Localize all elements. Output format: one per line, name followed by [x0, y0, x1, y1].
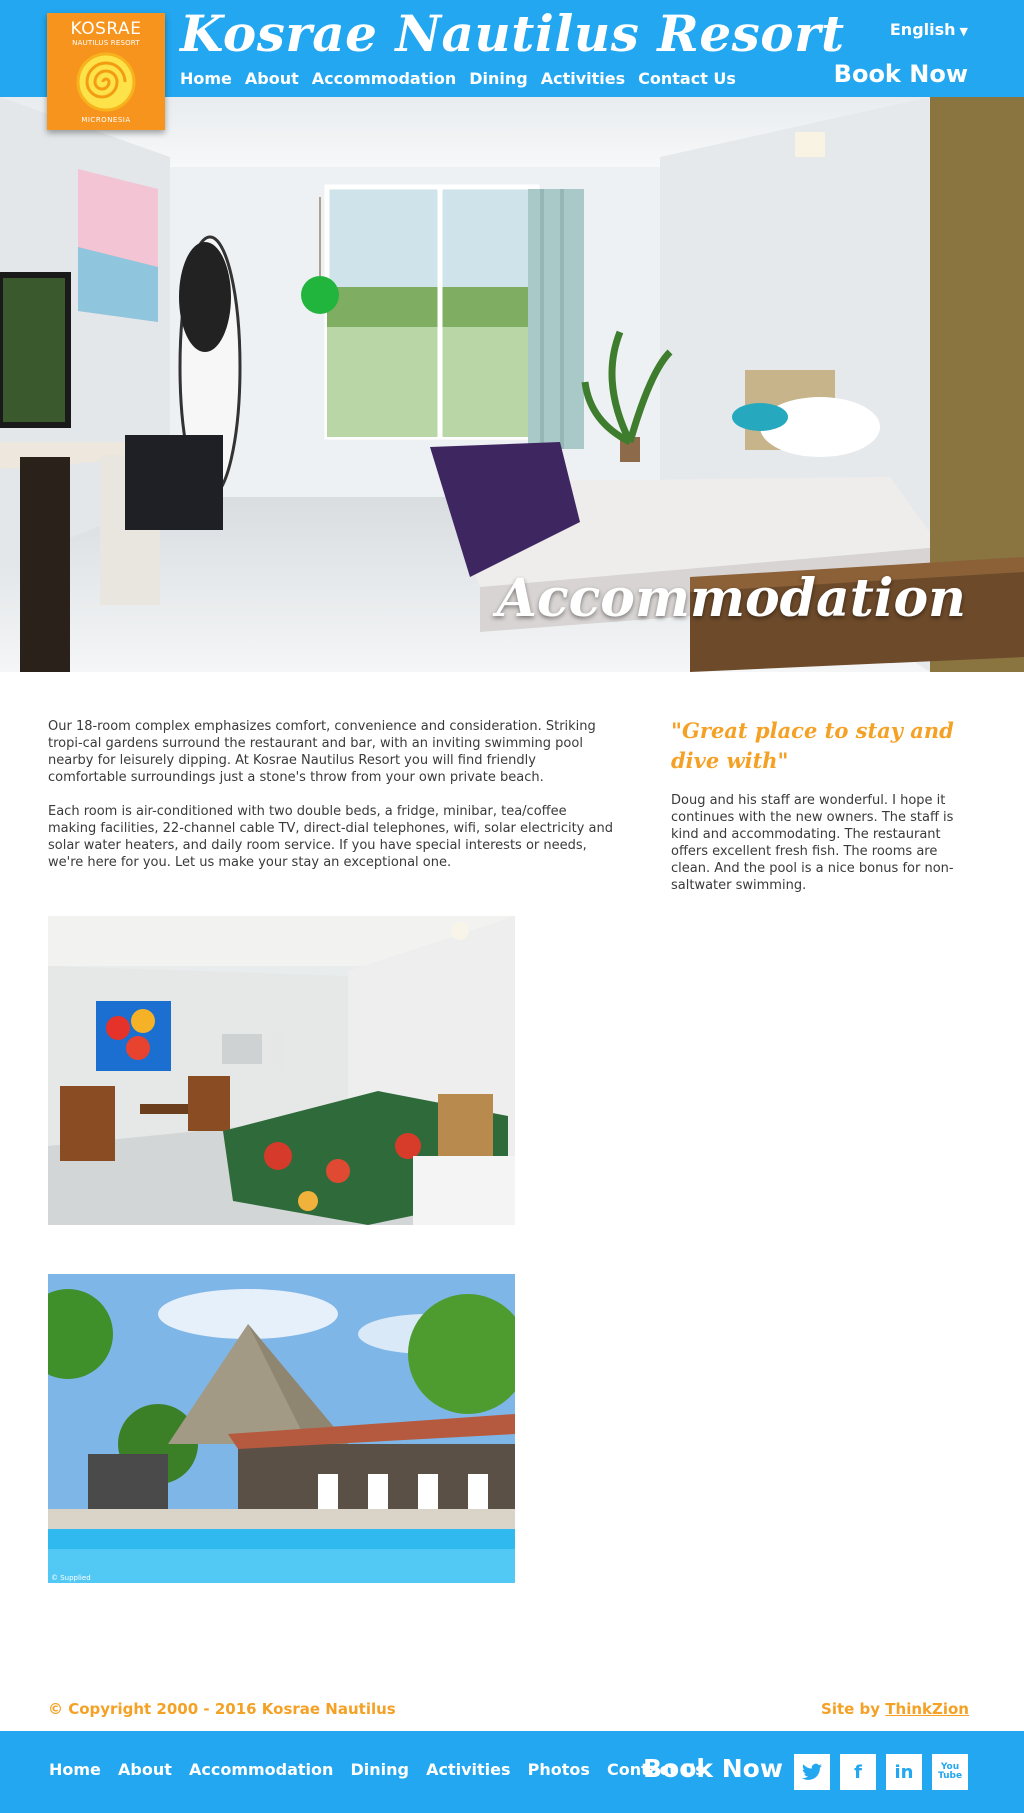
nav-about[interactable]: About — [245, 69, 299, 88]
main-nav: Home About Accommodation Dining Activiti… — [180, 69, 749, 88]
review-title: "Great place to stay and dive with" — [671, 718, 954, 773]
footer-nav-about[interactable]: About — [118, 1760, 172, 1779]
site-credit: Site by ThinkZion — [821, 1700, 969, 1718]
resort-logo[interactable]: KOSRAE NAUTILUS RESORT MICRONESIA — [47, 13, 165, 130]
facebook-icon[interactable]: f — [840, 1754, 876, 1790]
footer-nav: Home About Accommodation Dining Activiti… — [49, 1760, 717, 1779]
intro-text: Our 18-room complex emphasizes comfort, … — [48, 718, 618, 888]
language-selector[interactable]: English ▼ — [890, 20, 968, 39]
nav-activities[interactable]: Activities — [541, 69, 625, 88]
intro-paragraph: Our 18-room complex emphasizes comfort, … — [48, 719, 596, 785]
photo-credit: © Supplied — [51, 1574, 91, 1582]
social-links: f in You Tube — [794, 1754, 968, 1790]
logo-text-kosrae: KOSRAE — [70, 19, 142, 39]
copyright-text: © Copyright 2000 - 2016 Kosrae Nautilus — [48, 1700, 396, 1718]
footer-nav-activities[interactable]: Activities — [426, 1760, 510, 1779]
nav-home[interactable]: Home — [180, 69, 232, 88]
logo-text-nautilus: NAUTILUS RESORT — [72, 39, 140, 47]
youtube-icon[interactable]: You Tube — [932, 1754, 968, 1790]
footer-book-now-button[interactable]: Book Now — [643, 1754, 783, 1783]
book-now-button[interactable]: Book Now — [834, 60, 968, 88]
hero-banner: Accommodation — [0, 97, 1024, 672]
site-footer: Home About Accommodation Dining Activiti… — [0, 1731, 1024, 1813]
room-photo[interactable] — [48, 916, 515, 1225]
guest-review: "Great place to stay and dive with" Doug… — [671, 716, 971, 894]
pool-photo[interactable]: © Supplied — [48, 1274, 515, 1583]
language-label: English — [889, 20, 956, 39]
footer-nav-dining[interactable]: Dining — [351, 1760, 409, 1779]
nautilus-shell-icon — [76, 52, 136, 112]
nav-dining[interactable]: Dining — [469, 69, 527, 88]
review-body: Doug and his staff are wonderful. I hope… — [671, 793, 954, 893]
pool-area-image: © Supplied — [48, 1274, 515, 1583]
caret-down-icon: ▼ — [959, 25, 968, 38]
nav-accommodation[interactable]: Accommodation — [312, 69, 456, 88]
footer-nav-home[interactable]: Home — [49, 1760, 101, 1779]
twitter-icon[interactable] — [794, 1754, 830, 1790]
site-credit-prefix: Site by — [821, 1700, 886, 1718]
site-title[interactable]: Kosrae Nautilus Resort — [180, 4, 845, 63]
nav-contact-us[interactable]: Contact Us — [638, 69, 736, 88]
thinkzion-link[interactable]: ThinkZion — [885, 1700, 969, 1718]
room-interior-image — [48, 916, 515, 1225]
hero-title: Accommodation — [496, 568, 966, 629]
footer-nav-accommodation[interactable]: Accommodation — [189, 1760, 333, 1779]
footer-nav-photos[interactable]: Photos — [528, 1760, 590, 1779]
linkedin-icon[interactable]: in — [886, 1754, 922, 1790]
youtube-label: You Tube — [937, 1762, 963, 1781]
logo-text-micronesia: MICRONESIA — [81, 116, 131, 124]
intro-paragraph: Each room is air-conditioned with two do… — [48, 804, 613, 870]
